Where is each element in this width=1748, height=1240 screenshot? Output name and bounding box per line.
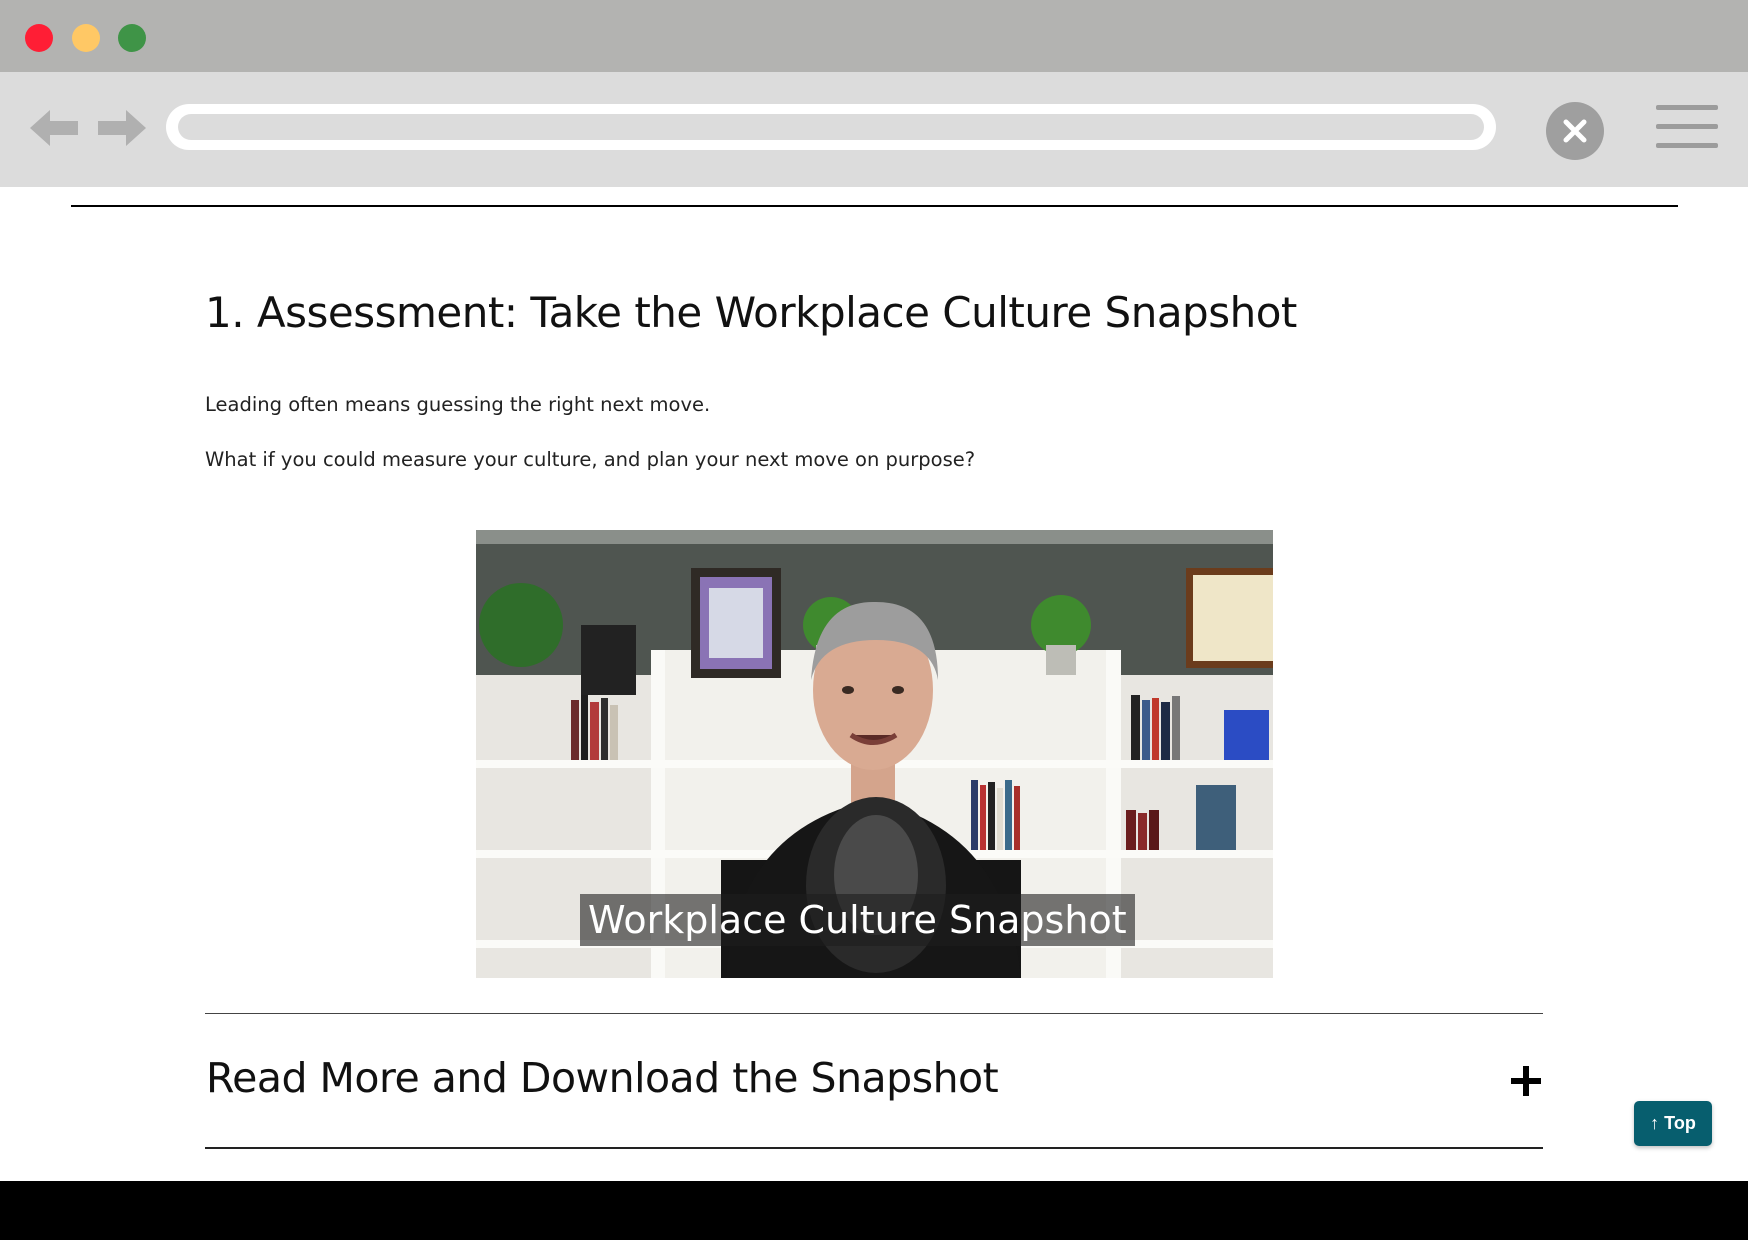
question-paragraph: What if you could measure your culture, … (205, 448, 976, 471)
read-more-accordion[interactable]: Read More and Download the Snapshot (205, 1014, 1543, 1147)
video-caption: Workplace Culture Snapshot (580, 894, 1135, 946)
section-heading: 1. Assessment: Take the Workplace Cultur… (205, 288, 1297, 337)
plus-icon[interactable] (1511, 1066, 1541, 1096)
hamburger-menu-icon[interactable] (1656, 105, 1720, 151)
divider (71, 205, 1678, 207)
back-button[interactable] (30, 108, 80, 148)
intro-paragraph: Leading often means guessing the right n… (205, 393, 711, 416)
address-bar[interactable] (166, 104, 1496, 150)
forward-arrow-icon (98, 110, 146, 146)
page-content: 1. Assessment: Take the Workplace Cultur… (0, 187, 1748, 1181)
stop-button[interactable] (1546, 102, 1604, 160)
close-icon (1563, 119, 1587, 143)
address-input[interactable] (178, 114, 1484, 140)
window-close-dot[interactable] (25, 24, 53, 52)
browser-toolbar (0, 72, 1748, 187)
accordion-title: Read More and Download the Snapshot (206, 1054, 999, 1102)
back-arrow-icon (30, 110, 78, 146)
accordion-bottom-divider (205, 1147, 1543, 1149)
window-maximize-dot[interactable] (118, 24, 146, 52)
video-player[interactable]: Workplace Culture Snapshot (476, 530, 1273, 978)
back-to-top-button[interactable]: ↑ Top (1634, 1101, 1712, 1146)
window-titlebar (0, 0, 1748, 72)
forward-button[interactable] (96, 108, 146, 148)
window-minimize-dot[interactable] (72, 24, 100, 52)
